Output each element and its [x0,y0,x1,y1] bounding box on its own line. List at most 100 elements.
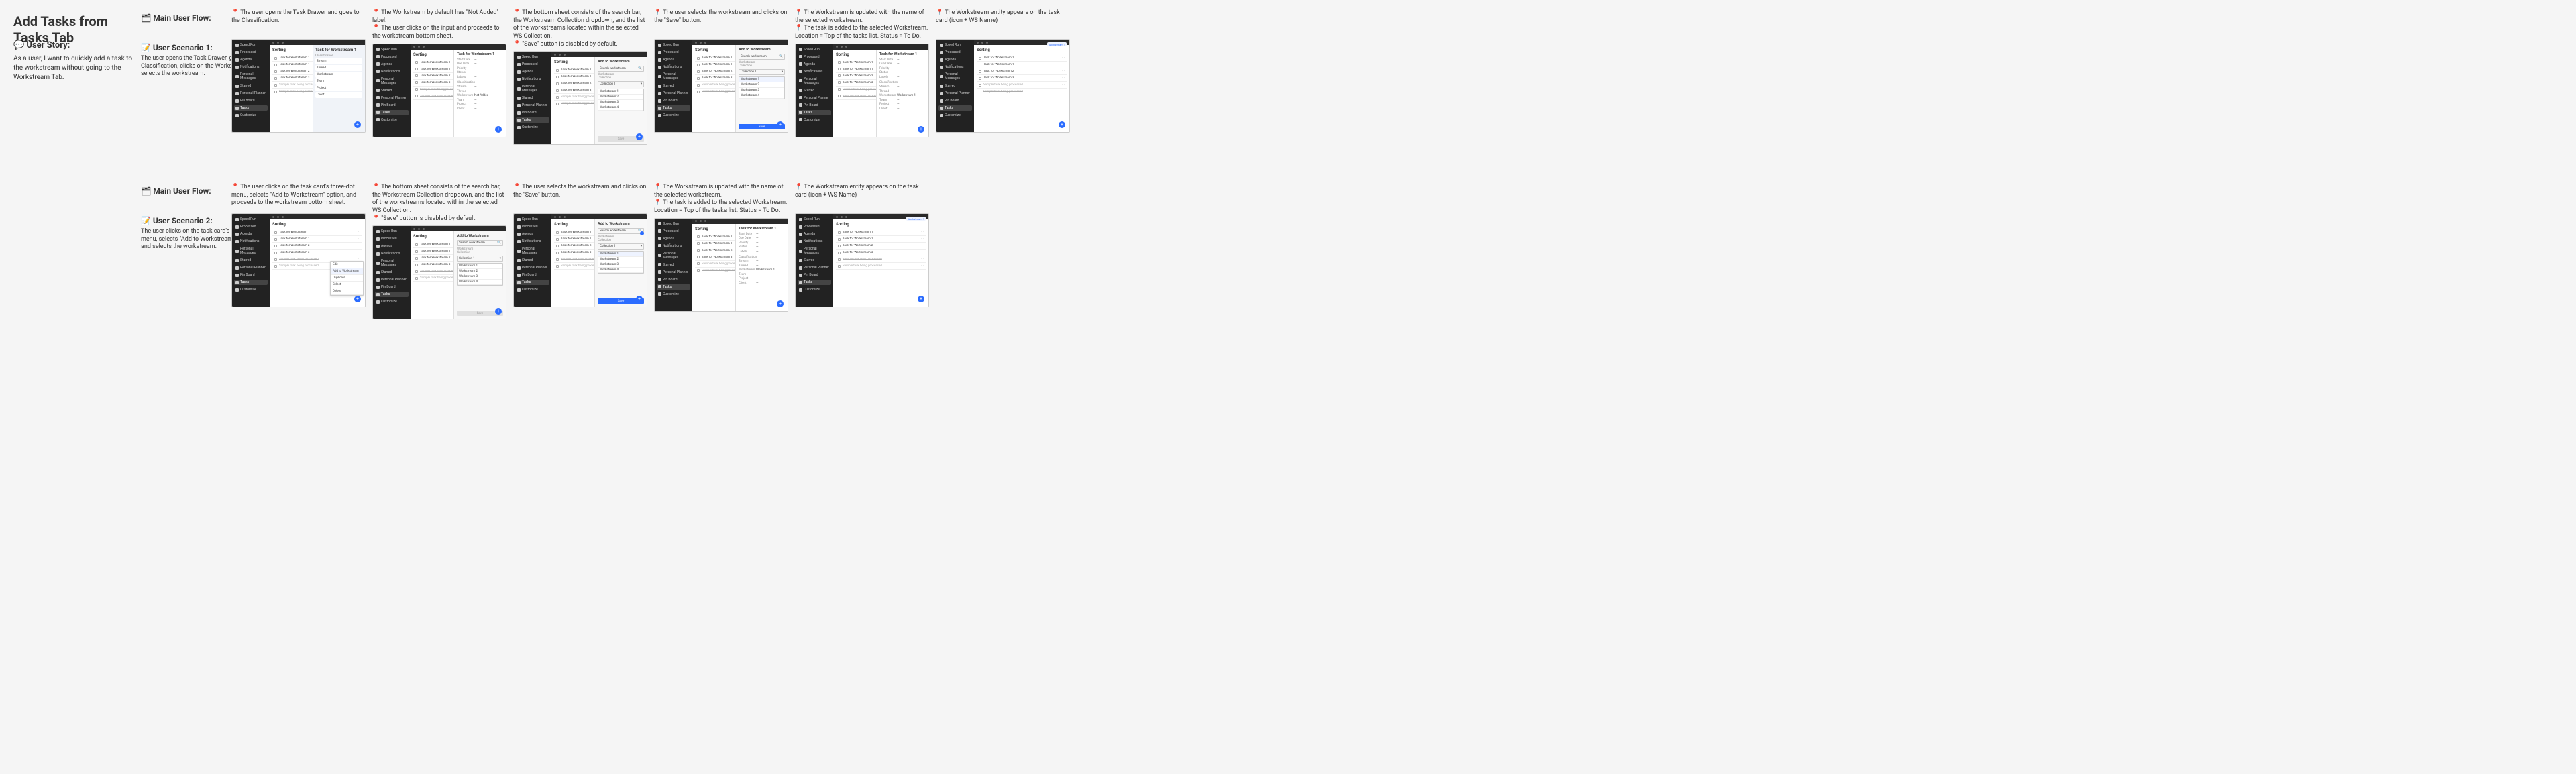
sidebar-item[interactable]: Personal Planner [657,270,690,275]
task-checkbox[interactable] [274,77,277,80]
drawer-class-field[interactable]: Stream— [879,85,926,89]
task-checkbox[interactable] [274,70,277,73]
app-mock[interactable]: Speed RunProcessedAgendaNotificationsPer… [795,44,929,137]
ctx-menu-item[interactable]: Duplicate [331,275,363,282]
sidebar-item[interactable]: Tasks [798,110,831,115]
sidebar-item[interactable]: Agenda [516,231,549,237]
kebab-icon[interactable]: ⋯ [1062,90,1065,93]
sidebar-item[interactable]: Pin Board [938,98,972,103]
sidebar-item[interactable]: Speed Run [657,221,690,227]
ctx-menu-item[interactable]: Add to Workstream [331,268,363,275]
sidebar-item[interactable]: Starred [375,270,409,275]
fab-add-button[interactable]: + [1059,121,1065,128]
task-checkbox[interactable] [415,243,418,246]
drawer-class-field[interactable]: Team— [739,273,785,276]
task-checkbox[interactable] [415,81,418,84]
sidebar-item[interactable]: Processed [375,54,409,60]
classif-card[interactable]: Workstream [315,72,362,78]
sidebar-item[interactable]: Speed Run [234,42,268,48]
task-checkbox[interactable] [274,91,277,93]
sidebar-item[interactable]: Notifications [234,64,268,70]
task-checkbox[interactable] [697,77,700,80]
sidebar-item[interactable]: Starred [516,95,549,101]
sidebar-item[interactable]: Agenda [516,69,549,74]
ctx-menu-item[interactable]: Select [331,282,363,288]
app-mock[interactable]: Speed RunProcessedAgendaNotificationsPer… [372,44,506,137]
sidebar-item[interactable]: Starred [657,83,690,89]
ws-list-item[interactable]: Workstream 4 [598,268,643,273]
kebab-icon[interactable]: ⋯ [1062,56,1065,60]
app-mock[interactable]: Speed RunProcessedAgendaNotificationsPer… [513,51,647,145]
fab-add-button[interactable]: + [918,296,924,302]
drawer-class-field[interactable]: Project— [457,103,503,106]
task-checkbox[interactable] [415,95,418,97]
drawer-class-field[interactable]: Client— [739,282,785,285]
sidebar-item[interactable]: Pin Board [375,103,409,108]
sidebar-item[interactable]: Pin Board [375,284,409,290]
ws-list-item[interactable]: Workstream 4 [739,93,784,99]
kebab-icon[interactable]: ⋯ [921,231,924,234]
sidebar-item[interactable]: Agenda [938,57,972,62]
drawer-class-field[interactable]: Thread— [457,90,503,93]
task-checkbox[interactable] [274,231,277,234]
task-row[interactable]: Task for Workstream 1⋯ [836,236,926,243]
task-checkbox[interactable] [415,277,418,280]
sidebar-item[interactable]: Speed Run [516,217,549,222]
sidebar-item[interactable]: Pin Board [234,272,268,278]
sidebar-item[interactable]: Personal Planner [516,265,549,270]
sidebar-item[interactable]: Tasks [516,117,549,123]
sidebar-item[interactable]: Speed Run [375,47,409,52]
kebab-icon[interactable]: ⋯ [921,264,924,268]
task-checkbox[interactable] [838,74,841,77]
ws-list-item[interactable]: Workstream 2 [598,257,643,262]
ws-list-item[interactable]: Workstream 1 [598,252,643,257]
task-checkbox[interactable] [979,77,981,80]
sidebar-item[interactable]: Personal Messages [798,246,831,256]
sidebar-item[interactable]: Personal Planner [234,265,268,270]
sidebar-item[interactable]: Starred [516,258,549,263]
task-checkbox[interactable] [274,245,277,247]
fab-add-button[interactable]: + [918,126,924,133]
kebab-icon[interactable]: ⋯ [358,251,361,254]
design-canvas[interactable]: Add Tasks from Tasks Tab 💬 User Story: A… [0,0,2576,774]
task-checkbox[interactable] [556,231,559,234]
sidebar-item[interactable]: Pin Board [516,110,549,115]
task-checkbox[interactable] [556,245,559,247]
sidebar-item[interactable]: Personal Messages [657,72,690,81]
task-checkbox[interactable] [274,64,277,66]
kebab-icon[interactable]: ⋯ [1062,63,1065,66]
sidebar-item[interactable]: Starred [798,258,831,263]
kebab-icon[interactable]: ⋯ [921,244,924,247]
app-mock[interactable]: Speed RunProcessedAgendaNotificationsPer… [231,39,366,133]
sidebar-item[interactable]: Processed [657,229,690,234]
kebab-icon[interactable]: ⋯ [921,258,924,261]
sidebar-item[interactable]: Personal Messages [375,258,409,268]
sidebar-item[interactable]: Processed [657,50,690,55]
sidebar-item[interactable]: Personal Planner [375,95,409,101]
task-checkbox[interactable] [274,258,277,261]
ws-list-item[interactable]: Workstream 2 [598,95,643,100]
kebab-icon[interactable]: ⋯ [921,251,924,254]
ws-search-input[interactable]: Search workstream🔍 [598,228,644,234]
task-checkbox[interactable] [979,64,981,66]
sidebar-item[interactable]: Tasks [234,105,268,111]
sidebar-item[interactable]: Customize [375,117,409,123]
task-checkbox[interactable] [838,245,841,247]
task-row[interactable]: Task for Workstream 1⋯ [836,229,926,236]
ws-collection-dropdown[interactable]: Collection 1▾ [598,243,644,250]
sidebar-item[interactable]: Processed [234,50,268,55]
sidebar-item[interactable]: Customize [657,113,690,118]
sidebar-item[interactable]: Processed [516,224,549,229]
sidebar-item[interactable]: Personal Messages [938,72,972,81]
fab-add-button[interactable]: + [354,296,361,302]
sidebar-item[interactable]: Customize [798,117,831,123]
sidebar-item[interactable]: Pin Board [234,98,268,103]
sidebar-item[interactable]: Notifications [657,64,690,70]
task-checkbox[interactable] [697,249,700,252]
sidebar-item[interactable]: Notifications [938,64,972,70]
task-checkbox[interactable] [838,81,841,84]
task-checkbox[interactable] [838,61,841,64]
sidebar-item[interactable]: Personal Messages [375,76,409,86]
task-row[interactable]: Task for Workstream 2⋯ [836,243,926,250]
sidebar-item[interactable]: Starred [938,83,972,89]
